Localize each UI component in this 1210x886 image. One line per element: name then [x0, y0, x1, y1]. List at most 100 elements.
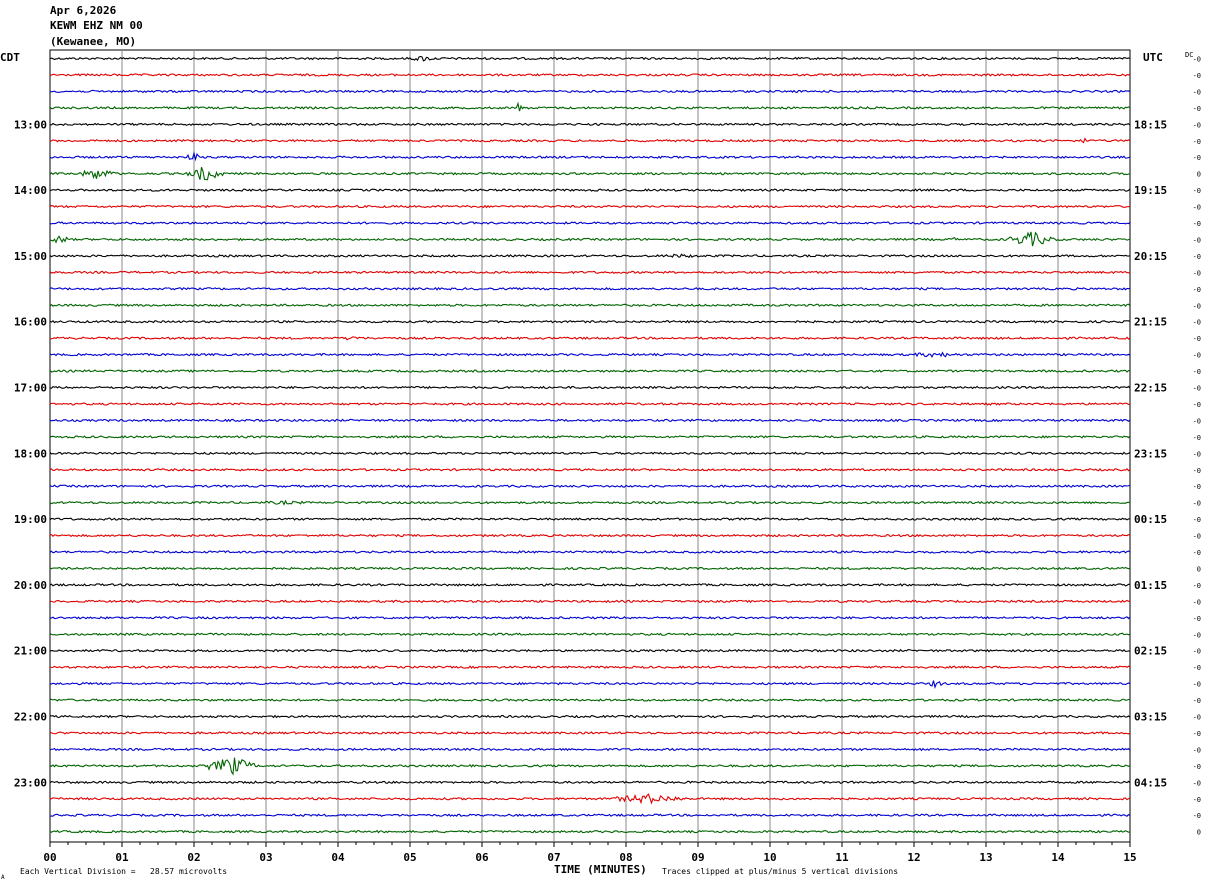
- trace-line: [49, 270, 1131, 275]
- dc-offset-label: -0: [1193, 483, 1201, 491]
- trace-line: [49, 55, 1131, 62]
- dc-offset-label: -0: [1193, 434, 1201, 442]
- dc-offset-label: -0: [1193, 664, 1201, 672]
- dc-offset-label: -0: [1193, 401, 1201, 409]
- trace-line: [49, 680, 1131, 689]
- trace-line: [49, 793, 1131, 805]
- x-tick-label: 03: [259, 851, 272, 864]
- cdt-hour-label: 16:00: [14, 316, 47, 329]
- utc-hour-label: 20:15: [1134, 250, 1167, 263]
- utc-hour-label: 01:15: [1134, 579, 1167, 592]
- dc-offset-label: -0: [1193, 681, 1201, 689]
- trace-line: [49, 451, 1131, 456]
- trace-line: [49, 402, 1131, 406]
- trace-line: [49, 151, 1131, 162]
- utc-hour-label: 18:15: [1134, 118, 1167, 131]
- dc-offset-label: -0: [1193, 385, 1201, 393]
- cdt-hour-label: 20:00: [14, 579, 47, 592]
- dc-offset-label: -0: [1193, 467, 1201, 475]
- left-timezone-label: CDT: [0, 51, 20, 64]
- trace-line: [49, 484, 1131, 488]
- dc-offset-label: -0: [1193, 368, 1201, 376]
- dc-offset-label: -0: [1193, 319, 1201, 327]
- dc-offset-label: -0: [1193, 121, 1201, 129]
- dc-offset-label: -0: [1193, 105, 1201, 113]
- trace-line: [49, 167, 1131, 181]
- dc-offset-label: 0: [1197, 565, 1201, 573]
- dc-offset-label: -0: [1193, 154, 1201, 162]
- trace-line: [49, 757, 1131, 776]
- dc-offset-label: -0: [1193, 746, 1201, 754]
- dc-offset-label: -0: [1193, 138, 1201, 146]
- trace-line: [49, 303, 1131, 308]
- x-tick-label: 01: [115, 851, 129, 864]
- dc-offset-label: -0: [1193, 253, 1201, 261]
- cdt-hour-label: 23:00: [14, 776, 47, 789]
- dc-offset-label: -0: [1193, 56, 1201, 64]
- dc-offset-label: -0: [1193, 335, 1201, 343]
- trace-line: [49, 813, 1131, 817]
- trace-line: [49, 435, 1131, 439]
- dc-offset-label: -0: [1193, 598, 1201, 606]
- x-tick-label: 13: [979, 851, 992, 864]
- trace-line: [49, 499, 1131, 506]
- dc-offset-label: -0: [1193, 796, 1201, 804]
- cdt-hour-label: 19:00: [14, 513, 47, 526]
- dc-offset-label: -0: [1193, 615, 1201, 623]
- x-tick-label: 00: [43, 851, 56, 864]
- trace-line: [49, 418, 1131, 423]
- dc-offset-label: -0: [1193, 450, 1201, 458]
- utc-hour-label: 03:15: [1134, 711, 1167, 724]
- dc-offset-label: -0: [1193, 187, 1201, 195]
- dc-offset-label: -0: [1193, 714, 1201, 722]
- dc-offset-label: -0: [1193, 516, 1201, 524]
- trace-line: [49, 648, 1131, 653]
- dc-offset-label: -0: [1193, 236, 1201, 244]
- dc-offset-label: -0: [1193, 352, 1201, 360]
- trace-line: [49, 385, 1131, 390]
- trace-line: [49, 89, 1131, 94]
- trace-line: [49, 286, 1131, 291]
- trace-line: [49, 231, 1131, 247]
- x-tick-label: 12: [907, 851, 920, 864]
- trace-line: [49, 583, 1131, 587]
- dc-offset-label: -0: [1193, 269, 1201, 277]
- x-tick-label: 06: [475, 851, 489, 864]
- x-tick-label: 10: [763, 851, 776, 864]
- x-tick-label: 15: [1123, 851, 1136, 864]
- trace-line: [49, 101, 1131, 112]
- dc-offset-label: -0: [1193, 779, 1201, 787]
- x-tick-label: 09: [691, 851, 704, 864]
- dc-offset-label: -0: [1193, 220, 1201, 228]
- cdt-hour-label: 18:00: [14, 447, 47, 460]
- cdt-hour-label: 14:00: [14, 184, 47, 197]
- trace-line: [49, 698, 1131, 702]
- dc-offset-label: -0: [1193, 697, 1201, 705]
- trace-line: [49, 319, 1131, 324]
- trace-line: [49, 829, 1131, 834]
- trace-line: [49, 336, 1131, 341]
- dc-offset-label: 0: [1197, 829, 1201, 837]
- trace-line: [49, 550, 1131, 554]
- trace-line: [49, 714, 1131, 719]
- dc-offset-label: -0: [1193, 302, 1201, 310]
- trace-line: [49, 517, 1131, 522]
- x-tick-label: 04: [331, 851, 345, 864]
- dc-offset-label: -0: [1193, 533, 1201, 541]
- dc-offset-label: -0: [1193, 582, 1201, 590]
- dc-offset-label: 0: [1197, 171, 1201, 179]
- trace-line: [49, 533, 1131, 538]
- trace-line: [49, 780, 1131, 785]
- trace-line: [49, 253, 1131, 259]
- scale-note: Each Vertical Division = 28.57 microvolt…: [20, 867, 227, 876]
- trace-line: [49, 665, 1131, 669]
- utc-hour-label: 22:15: [1134, 382, 1167, 395]
- helicorder-plot: 00 01 02 03 04 05 06 07 08 09 10 11 12 13 14 15-0-0-0-0…: [0, 49, 1201, 881]
- cdt-hour-label: 17:00: [14, 382, 47, 395]
- right-timezone-label: UTC: [1143, 51, 1163, 64]
- utc-hour-label: 04:15: [1134, 776, 1167, 789]
- trace-line: [49, 632, 1131, 637]
- trace-line: [49, 221, 1131, 225]
- x-tick-label: 14: [1051, 851, 1065, 864]
- trace-line: [49, 369, 1131, 373]
